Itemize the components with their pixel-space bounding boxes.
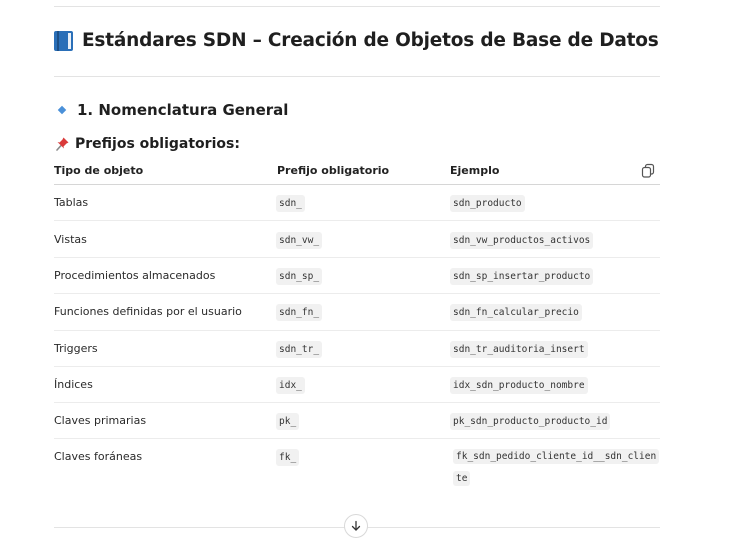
header-divider [54, 184, 660, 185]
row-5-prefijo: sdn_tr_ [276, 341, 323, 358]
row-7-prefijo: pk_ [276, 413, 300, 430]
copy-icon[interactable] [641, 163, 655, 179]
row-6-ejemplo: idx_sdn_producto_nombre [450, 377, 588, 394]
small-blue-diamond-icon [57, 105, 67, 115]
book-icon [54, 30, 73, 51]
row-7-ejemplo: pk_sdn_producto_producto_id [450, 413, 611, 430]
row-divider [54, 330, 660, 331]
page-title: Estándares SDN – Creación de Objetos de … [54, 30, 659, 51]
row-divider [54, 402, 660, 403]
row-4-tipo: Funciones definidas por el usuario [54, 305, 242, 318]
row-3-ejemplo: sdn_sp_insertar_producto [450, 268, 594, 285]
row-5-ejemplo: sdn_tr_auditoria_insert [450, 341, 588, 358]
row-divider [54, 438, 660, 439]
title-divider [54, 76, 660, 77]
arrow-down-icon [351, 520, 361, 531]
section-heading: 1. Nomenclatura General [57, 101, 289, 119]
row-divider [54, 257, 660, 258]
row-2-ejemplo: sdn_vw_productos_activos [450, 232, 594, 249]
page-title-text: Estándares SDN – Creación de Objetos de … [82, 30, 659, 51]
top-divider [54, 6, 660, 7]
scroll-down-button[interactable] [344, 514, 368, 538]
section-heading-text: 1. Nomenclatura General [77, 101, 289, 119]
subsection-heading-text: Prefijos obligatorios: [75, 136, 240, 152]
row-1-ejemplo: sdn_producto [450, 195, 525, 212]
row-8-prefijo: fk_ [276, 449, 300, 466]
row-4-prefijo: sdn_fn_ [276, 304, 323, 321]
row-2-tipo: Vistas [54, 233, 87, 246]
subsection-heading: Prefijos obligatorios: [54, 136, 240, 152]
row-1-tipo: Tablas [54, 196, 89, 209]
row-7-tipo: Claves primarias [54, 414, 147, 427]
row-2-prefijo: sdn_vw_ [276, 232, 323, 249]
row-divider [54, 293, 660, 294]
row-6-tipo: Índices [54, 378, 93, 391]
row-divider [54, 220, 660, 221]
row-3-prefijo: sdn_sp_ [276, 268, 323, 285]
row-divider [54, 366, 660, 367]
row-3-tipo: Procedimientos almacenados [54, 269, 216, 282]
column-header-ejemplo: Ejemplo [450, 164, 500, 177]
column-header-prefijo: Prefijo obligatorio [277, 164, 390, 177]
row-5-tipo: Triggers [54, 342, 98, 355]
row-8-tipo: Claves foráneas [54, 450, 143, 463]
row-1-prefijo: sdn_ [276, 195, 305, 212]
row-8-ejemplo-text: fk_sdn_pedido_cliente_id__sdn_cliente [453, 449, 660, 486]
column-header-tipo: Tipo de objeto [54, 164, 144, 177]
row-6-prefijo: idx_ [276, 377, 305, 394]
pushpin-icon [56, 137, 69, 151]
row-8-ejemplo: fk_sdn_pedido_cliente_id__sdn_cliente [453, 446, 660, 490]
row-4-ejemplo: sdn_fn_calcular_precio [450, 304, 582, 321]
